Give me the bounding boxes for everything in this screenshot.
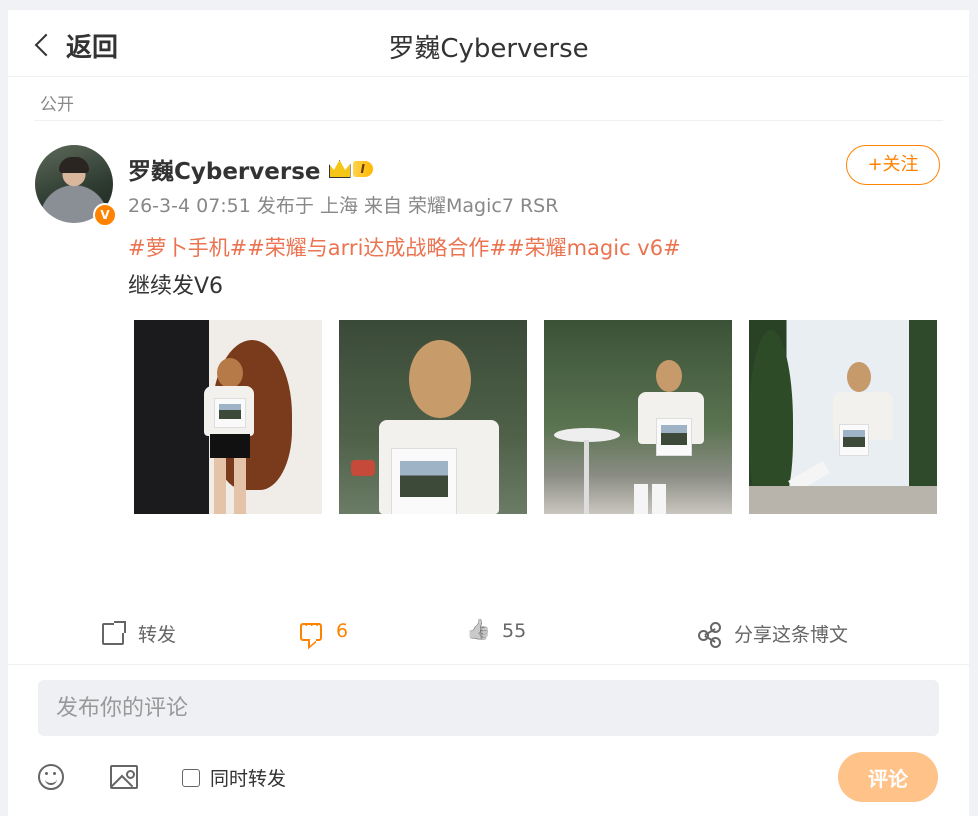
topic-list: #萝卜手机##荣耀与arri达成战略合作##荣耀magic v6#	[128, 232, 681, 262]
comment-button[interactable]: 6	[300, 618, 349, 642]
share-button[interactable]: 分享这条博文	[698, 620, 849, 648]
visibility-label: 公开	[40, 95, 74, 115]
table-leg	[584, 440, 589, 514]
member-crown-icon[interactable]: I	[328, 160, 373, 178]
verified-badge-icon: V	[93, 203, 117, 227]
comment-count: 6	[336, 620, 349, 642]
weibo-post-panel: 返回 罗巍Cyberverse 公开 V 罗巍Cyberverse I 26-3…	[8, 10, 969, 816]
photo-print	[839, 424, 869, 456]
repost-button[interactable]: 转发	[102, 620, 176, 647]
author-name[interactable]: 罗巍Cyberverse	[128, 152, 321, 186]
share-label: 分享这条博文	[734, 624, 849, 646]
emoji-icon[interactable]	[38, 764, 64, 790]
action-bar: 转发 6 55 分享这条博文	[8, 610, 969, 658]
like-button[interactable]: 55	[466, 620, 526, 642]
ground	[749, 486, 937, 514]
share-icon	[698, 621, 721, 648]
also-repost-option[interactable]: 同时转发	[182, 764, 286, 791]
photo-print	[656, 418, 692, 456]
boot	[652, 484, 666, 514]
model-leg	[234, 458, 246, 514]
crown-icon	[328, 160, 351, 178]
comment-input[interactable]	[38, 680, 939, 736]
divider	[8, 664, 969, 665]
thumbs-up-icon	[466, 620, 488, 642]
comment-icon	[300, 618, 322, 641]
model-head	[217, 358, 243, 388]
image-icon[interactable]	[110, 765, 138, 789]
photo-grid	[134, 320, 938, 514]
topic-link[interactable]: #荣耀与arri达成战略合作#	[247, 236, 507, 260]
divider	[34, 120, 943, 121]
author-name-row: 罗巍Cyberverse I	[128, 152, 373, 186]
post-text: 继续发V6	[128, 274, 224, 299]
avatar-hair	[59, 157, 89, 173]
post-photo-4[interactable]	[749, 320, 937, 514]
photo-print	[391, 448, 457, 514]
cake	[351, 460, 375, 476]
member-level-badge: I	[352, 161, 373, 177]
also-repost-label: 同时转发	[210, 768, 287, 790]
post-photo-2[interactable]	[339, 320, 527, 514]
post-photo-1[interactable]	[134, 320, 322, 514]
boot	[634, 484, 648, 514]
topic-link[interactable]: #荣耀magic v6#	[507, 236, 681, 260]
model-shorts	[210, 434, 250, 458]
repost-icon	[102, 620, 126, 645]
repost-label: 转发	[138, 624, 177, 646]
topic-link[interactable]: #萝卜手机#	[128, 236, 247, 260]
model-head	[656, 360, 682, 392]
top-bar: 返回 罗巍Cyberverse	[8, 10, 969, 77]
also-repost-checkbox[interactable]	[182, 768, 200, 787]
follow-button[interactable]: +关注	[846, 145, 940, 185]
page-title: 罗巍Cyberverse	[388, 34, 589, 64]
photo-print	[214, 398, 246, 428]
submit-comment-button[interactable]: 评论	[838, 752, 938, 802]
post-photo-3[interactable]	[544, 320, 732, 514]
like-count: 55	[502, 620, 527, 642]
post-meta: 26-3-4 07:51 发布于 上海 来自 荣耀Magic7 RSR	[128, 195, 559, 217]
model-head	[847, 362, 871, 392]
model-leg	[214, 458, 226, 514]
model-head	[409, 340, 471, 418]
